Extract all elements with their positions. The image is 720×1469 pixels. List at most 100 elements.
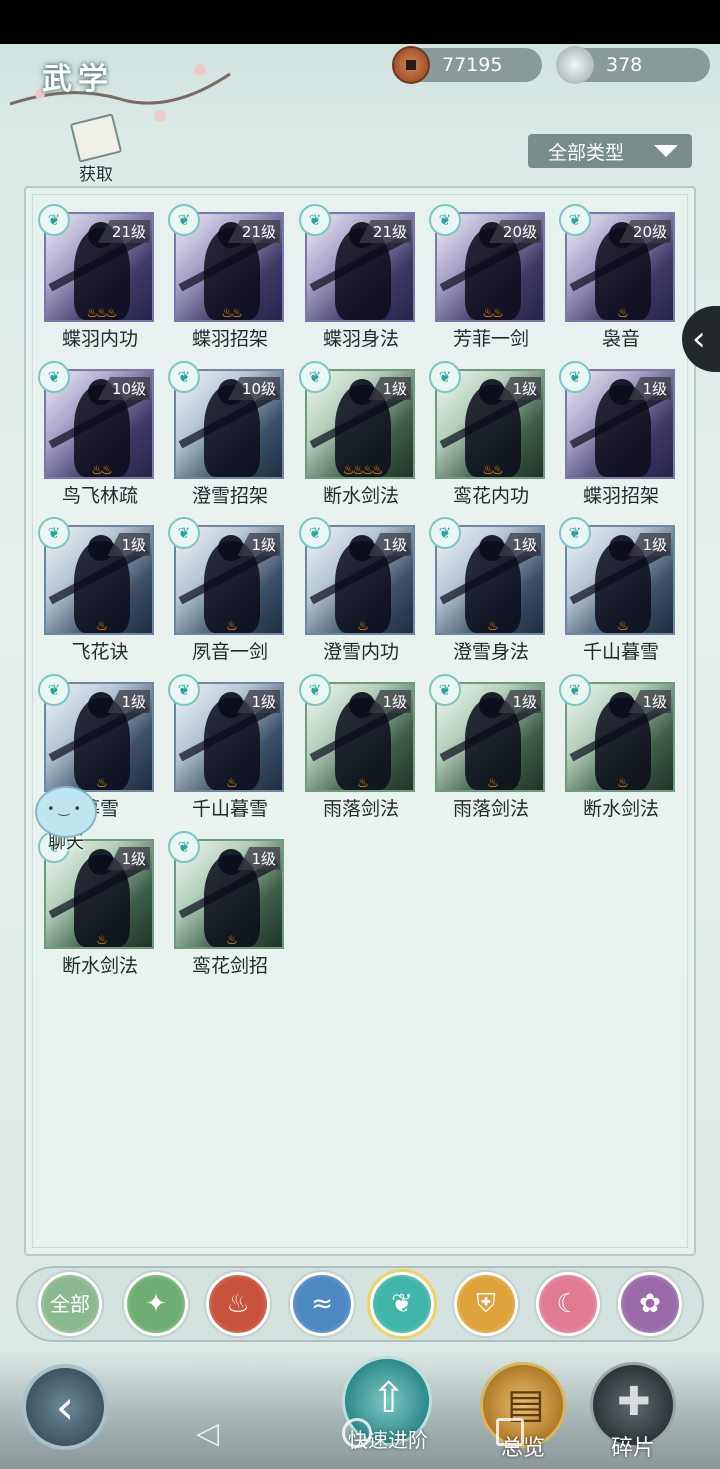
flame-icon: ♨ (487, 619, 499, 634)
skill-level: 1级 (368, 533, 411, 556)
flame-icon: ♨ (221, 306, 233, 321)
flame-icon: ♨ (617, 306, 629, 321)
skill-card[interactable]: 21级 ❦ 蝶羽身法 (299, 204, 417, 358)
skill-card[interactable]: 1级 ♨ ❦ 雨落剑法 (299, 674, 417, 828)
flame-icon: ♨ (105, 306, 118, 321)
silver-value: 378 (606, 54, 643, 76)
school-filter-feather-blade[interactable]: ✦ (124, 1272, 188, 1336)
butterfly-school-icon: ❦ (559, 674, 591, 706)
star-flames: ♨ (567, 619, 673, 633)
school-filter-rose[interactable]: ✿ (618, 1272, 682, 1336)
skill-name: 澄雪身法 (452, 641, 529, 663)
butterfly-school-icon: ❦ (168, 674, 200, 706)
butterfly-school-icon: ❦ (429, 361, 461, 393)
type-filter-dropdown[interactable]: 全部类型 (528, 134, 692, 168)
skill-card[interactable]: 1级 ♨ ❦ 千山暮雪 (559, 517, 677, 671)
system-home-icon[interactable] (342, 1418, 372, 1448)
skill-card[interactable]: 1级 ♨♨ ❦ 鸾花内功 (429, 361, 547, 515)
star-flames: ♨ (46, 619, 152, 633)
skill-card[interactable]: 1级 ♨ ❦ 鸾花剑招 (168, 831, 286, 985)
skill-level: 1级 (498, 377, 541, 400)
skill-card[interactable]: 10级 ❦ 澄雪招架 (168, 361, 286, 515)
silver-counter[interactable]: 378 (556, 46, 710, 84)
skill-name: 鸟飞林疏 (61, 485, 138, 507)
flame-icon: ♨ (492, 306, 504, 321)
star-flames: ♨ (437, 619, 543, 634)
skill-card[interactable]: 1级 ❦ 蝶羽招架 (559, 361, 677, 515)
flame-icon: ♨ (492, 463, 504, 478)
skill-card[interactable]: 1级 ♨ ❦ 澄雪内功 (299, 517, 417, 671)
back-button[interactable]: ‹ (22, 1364, 108, 1450)
butterfly-school-icon: ❦ (299, 204, 331, 236)
skill-card[interactable]: 1级 ♨ ❦ 雨落剑法 (429, 674, 547, 828)
silver-ingot-icon (556, 46, 594, 84)
skill-level: 1级 (498, 533, 541, 556)
flame-icon: ♨ (91, 463, 103, 478)
star-flames: ♨♨ (46, 463, 152, 478)
skill-card[interactable]: 10级 ♨♨ ❦ 鸟飞林疏 (38, 361, 156, 515)
star-flames: ♨ (307, 776, 413, 790)
flame-icon: ♨ (342, 463, 355, 478)
school-filter-all[interactable]: 全部 (38, 1272, 102, 1336)
scroll-icon (69, 113, 123, 163)
butterfly-school-icon: ❦ (559, 204, 591, 236)
star-flames: ♨ (176, 776, 282, 790)
skill-level: 1级 (237, 533, 280, 556)
system-recents-icon[interactable] (496, 1418, 524, 1446)
skill-level: 1级 (628, 533, 671, 556)
skill-card[interactable]: 1级 ♨ ❦ 飞花诀 (38, 517, 156, 671)
skill-name: 芳菲一剑 (452, 328, 529, 350)
get-label: 获取 (79, 165, 113, 185)
system-back-icon[interactable]: ◁ (196, 1416, 219, 1451)
butterfly-school-icon: ❦ (168, 831, 200, 863)
skill-card[interactable]: 21级 ♨♨♨ ❦ 蝶羽内功 (38, 204, 156, 358)
skill-level: 1级 (107, 533, 150, 556)
skill-name: 鸾花剑招 (191, 955, 268, 977)
school-filter-bar (16, 1266, 704, 1342)
page-title: 武学 (42, 62, 114, 97)
school-filter-moon[interactable]: ☾ (536, 1272, 600, 1336)
skill-card[interactable]: 20级 ♨♨ ❦ 芳菲一剑 (429, 204, 547, 358)
skill-name: 鸾花内功 (452, 485, 529, 507)
moon-icon: ☾ (556, 1289, 580, 1319)
star-flames: ♨ (176, 933, 282, 947)
school-filter-flame[interactable]: ♨ (206, 1272, 270, 1336)
school-filter-shield[interactable]: ⛨ (454, 1272, 518, 1336)
chat-button[interactable]: 聊天 (28, 786, 104, 866)
chat-mascot-icon (35, 786, 97, 838)
school-filter-butterfly[interactable]: ❦ (370, 1272, 434, 1336)
skill-name: 澄雪招架 (191, 485, 268, 507)
type-filter-value: 全部类型 (548, 141, 625, 164)
skill-card[interactable]: 20级 ♨ ❦ 袅音 (559, 204, 677, 358)
skill-card[interactable]: 1级 ♨ ❦ 澄雪身法 (429, 517, 547, 671)
butterfly-school-icon: ❦ (299, 517, 331, 549)
skill-card[interactable]: 21级 ♨♨ ❦ 蝶羽招架 (168, 204, 286, 358)
skill-card[interactable]: 1级 ♨♨♨♨ ❦ 断水剑法 (299, 361, 417, 515)
flame-icon: ♨ (362, 463, 374, 478)
school-filter-wave[interactable]: ≈ (290, 1272, 354, 1336)
skill-name: 断水剑法 (322, 485, 399, 507)
copper-coin-icon (392, 46, 430, 84)
star-flames: ♨♨♨ (46, 306, 152, 321)
chevron-left-icon: ‹ (692, 319, 706, 359)
back-arrow-icon: ‹ (55, 1380, 75, 1434)
flame-icon: ♨ (226, 1289, 250, 1319)
star-flames: ♨ (307, 619, 413, 633)
star-flames: ♨ (46, 933, 152, 947)
skill-card[interactable]: 1级 ♨ ❦ 断水剑法 (559, 674, 677, 828)
star-flames: ♨♨♨♨ (307, 463, 413, 478)
butterfly-school-icon: ❦ (38, 517, 70, 549)
skill-name: 澄雪内功 (322, 641, 399, 663)
skill-name: 雨落剑法 (322, 798, 399, 820)
skill-level: 1级 (237, 847, 280, 870)
rose-icon: ✿ (639, 1289, 661, 1319)
get-button[interactable]: 获取 (66, 113, 126, 186)
coin-counter[interactable]: 77195 (392, 46, 542, 84)
skill-card[interactable]: 1级 ♨ ❦ 千山暮雪 (168, 674, 286, 828)
skill-name: 蝶羽内功 (61, 328, 138, 350)
skill-card[interactable]: 1级 ♨ ❦ 夙音一剑 (168, 517, 286, 671)
skill-level: 1级 (237, 690, 280, 713)
skill-name: 飞花诀 (71, 641, 129, 663)
star-flames: ♨ (567, 306, 673, 321)
star-flames: ♨ (567, 776, 673, 790)
